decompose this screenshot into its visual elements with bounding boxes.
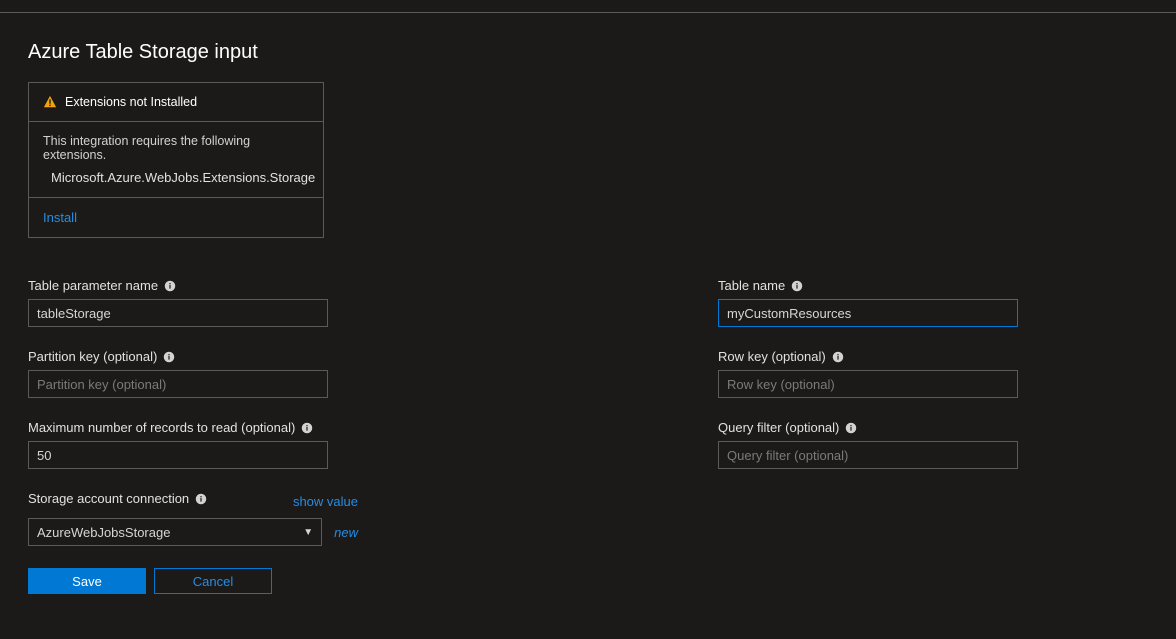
conn-select[interactable]: AzureWebJobsStorage ▼ xyxy=(28,518,322,546)
info-icon[interactable] xyxy=(832,351,844,363)
table-name-input[interactable] xyxy=(718,299,1018,327)
info-icon[interactable] xyxy=(164,280,176,292)
info-icon[interactable] xyxy=(195,493,207,505)
max-records-label: Maximum number of records to read (optio… xyxy=(28,420,295,435)
extension-name: Microsoft.Azure.WebJobs.Extensions.Stora… xyxy=(51,170,315,185)
partition-key-input[interactable] xyxy=(28,370,328,398)
warning-description: This integration requires the following … xyxy=(43,134,309,162)
partition-key-label: Partition key (optional) xyxy=(28,349,157,364)
info-icon[interactable] xyxy=(845,422,857,434)
info-icon[interactable] xyxy=(301,422,313,434)
warning-icon xyxy=(43,95,57,109)
row-key-label: Row key (optional) xyxy=(718,349,826,364)
param-name-label: Table parameter name xyxy=(28,278,158,293)
query-filter-input[interactable] xyxy=(718,441,1018,469)
max-records-input[interactable] xyxy=(28,441,328,469)
install-link[interactable]: Install xyxy=(43,210,77,225)
row-key-input[interactable] xyxy=(718,370,1018,398)
extension-warning-box: Extensions not Installed This integratio… xyxy=(28,82,324,238)
table-name-label: Table name xyxy=(718,278,785,293)
info-icon[interactable] xyxy=(791,280,803,292)
save-button[interactable]: Save xyxy=(28,568,146,594)
chevron-down-icon: ▼ xyxy=(303,527,313,538)
query-filter-label: Query filter (optional) xyxy=(718,420,839,435)
show-value-link[interactable]: show value xyxy=(293,494,358,509)
info-icon[interactable] xyxy=(163,351,175,363)
param-name-input[interactable] xyxy=(28,299,328,327)
page-title: Azure Table Storage input xyxy=(28,41,1148,64)
warning-header: Extensions not Installed xyxy=(65,95,197,109)
conn-selected-value: AzureWebJobsStorage xyxy=(37,525,170,540)
conn-label: Storage account connection xyxy=(28,491,189,506)
new-conn-link[interactable]: new xyxy=(334,525,358,540)
cancel-button[interactable]: Cancel xyxy=(154,568,272,594)
